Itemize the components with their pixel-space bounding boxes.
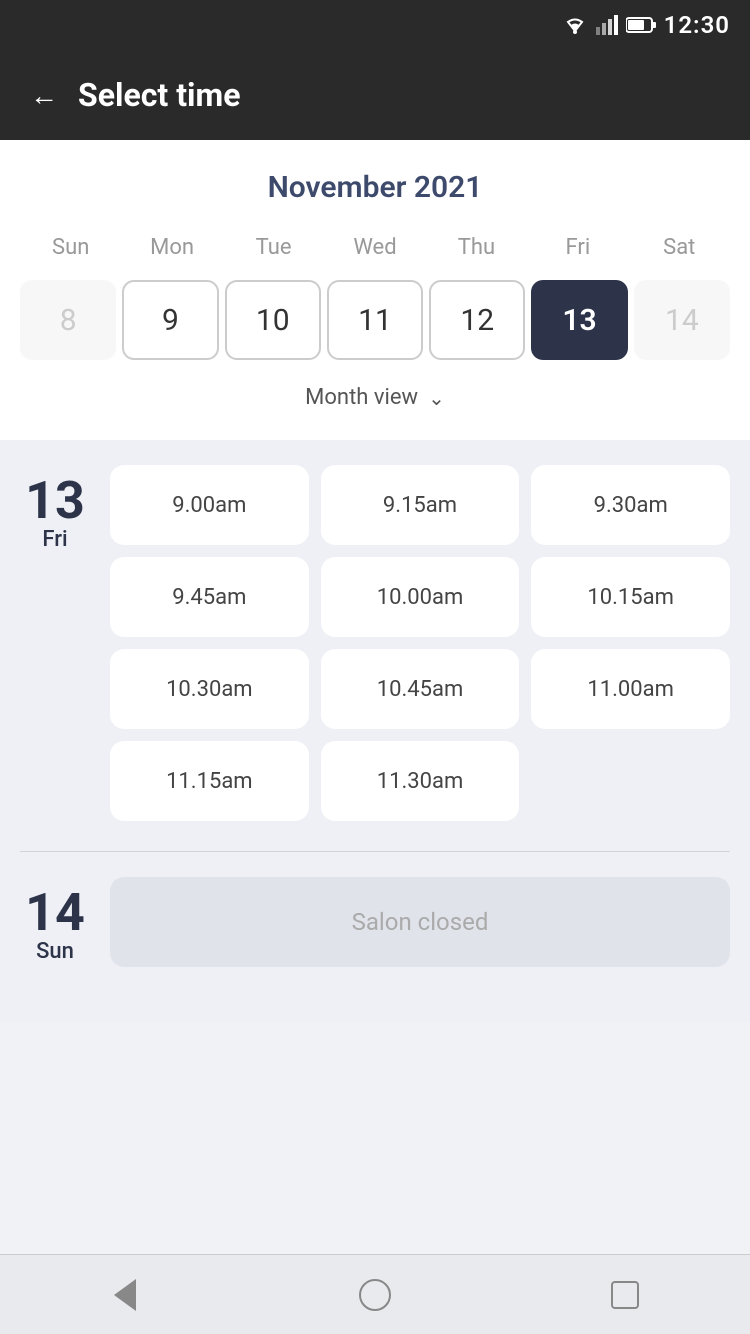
day-header-thu: Thu bbox=[426, 230, 527, 265]
time-slot-1100am[interactable]: 11.00am bbox=[531, 649, 730, 729]
time-slot-1045am[interactable]: 10.45am bbox=[321, 649, 520, 729]
chevron-down-icon: ⌄ bbox=[428, 386, 445, 410]
wifi-icon bbox=[562, 15, 588, 35]
day-label-13: 13 Fri bbox=[20, 465, 90, 821]
calendar-section: November 2021 Sun Mon Tue Wed Thu Fri Sa… bbox=[0, 140, 750, 440]
app-header: ← Select time bbox=[0, 50, 750, 140]
status-icons: 12:30 bbox=[562, 11, 730, 39]
time-slot-945am[interactable]: 9.45am bbox=[110, 557, 309, 637]
time-section: 13 Fri 9.00am 9.15am 9.30am 9.45am 10.00… bbox=[0, 440, 750, 1022]
date-cell-11[interactable]: 11 bbox=[327, 280, 423, 360]
date-cell-12[interactable]: 12 bbox=[429, 280, 525, 360]
time-slot-1130am[interactable]: 11.30am bbox=[321, 741, 520, 821]
time-slot-1000am[interactable]: 10.00am bbox=[321, 557, 520, 637]
date-cell-14[interactable]: 14 bbox=[634, 280, 730, 360]
signal-icon bbox=[596, 15, 618, 35]
time-slot-900am[interactable]: 9.00am bbox=[110, 465, 309, 545]
day-number-13: 13 bbox=[25, 475, 85, 527]
day-header-sun: Sun bbox=[20, 230, 121, 265]
time-grid-13: 9.00am 9.15am 9.30am 9.45am 10.00am 10.1… bbox=[110, 465, 730, 821]
status-time: 12:30 bbox=[664, 11, 730, 39]
section-divider bbox=[20, 851, 730, 852]
time-slot-915am[interactable]: 9.15am bbox=[321, 465, 520, 545]
nav-home-button[interactable] bbox=[350, 1270, 400, 1320]
date-cell-10[interactable]: 10 bbox=[225, 280, 321, 360]
day-label-14: 14 Sun bbox=[20, 877, 90, 967]
status-bar: 12:30 bbox=[0, 0, 750, 50]
day-block-13: 13 Fri 9.00am 9.15am 9.30am 9.45am 10.00… bbox=[20, 465, 730, 821]
day-name-sun: Sun bbox=[36, 939, 74, 964]
nav-recents-button[interactable] bbox=[600, 1270, 650, 1320]
back-button[interactable]: ← bbox=[30, 79, 58, 112]
month-view-label: Month view bbox=[305, 385, 418, 410]
day-number-14: 14 bbox=[25, 887, 85, 939]
date-cell-9[interactable]: 9 bbox=[122, 280, 218, 360]
day-header-fri: Fri bbox=[527, 230, 628, 265]
time-slot-1015am[interactable]: 10.15am bbox=[531, 557, 730, 637]
time-slot-1030am[interactable]: 10.30am bbox=[110, 649, 309, 729]
date-row: 8 9 10 11 12 13 14 bbox=[20, 280, 730, 360]
day-header-wed: Wed bbox=[324, 230, 425, 265]
time-slot-1115am[interactable]: 11.15am bbox=[110, 741, 309, 821]
day-header-tue: Tue bbox=[223, 230, 324, 265]
time-slot-930am[interactable]: 9.30am bbox=[531, 465, 730, 545]
day-header-sat: Sat bbox=[629, 230, 730, 265]
day-block-14: 14 Sun Salon closed bbox=[20, 877, 730, 967]
date-cell-8[interactable]: 8 bbox=[20, 280, 116, 360]
nav-back-button[interactable] bbox=[100, 1270, 150, 1320]
month-view-toggle[interactable]: Month view ⌄ bbox=[20, 375, 730, 420]
back-nav-icon bbox=[114, 1279, 136, 1311]
battery-icon bbox=[626, 16, 656, 34]
day-headers: Sun Mon Tue Wed Thu Fri Sat bbox=[20, 230, 730, 265]
month-title: November 2021 bbox=[20, 170, 730, 205]
date-cell-13[interactable]: 13 bbox=[531, 280, 627, 360]
home-nav-icon bbox=[359, 1279, 391, 1311]
day-header-mon: Mon bbox=[121, 230, 222, 265]
day-name-fri: Fri bbox=[42, 527, 67, 552]
salon-closed-message: Salon closed bbox=[110, 877, 730, 967]
page-title: Select time bbox=[78, 76, 240, 114]
bottom-nav bbox=[0, 1254, 750, 1334]
recents-nav-icon bbox=[611, 1281, 639, 1309]
